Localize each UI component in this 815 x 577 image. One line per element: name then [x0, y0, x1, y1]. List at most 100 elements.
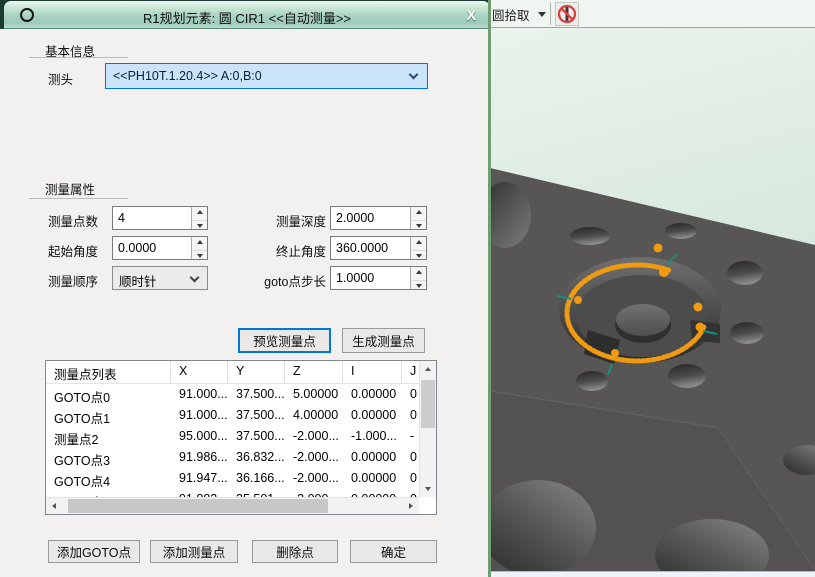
generate-points-button[interactable]: 生成测量点 [342, 328, 425, 353]
table-cell: GOTO点4 [46, 468, 171, 489]
point-count-input[interactable]: 4 [112, 206, 208, 230]
no-probe-icon [556, 3, 578, 25]
table-header-cell[interactable]: J [402, 361, 419, 383]
add-measure-button[interactable]: 添加测量点 [150, 540, 238, 563]
scrollbar-thumb[interactable] [421, 380, 435, 428]
table-cell: 0 [402, 405, 419, 426]
viewport-3d[interactable] [491, 28, 815, 571]
table-header-cell[interactable]: 测量点列表 [46, 361, 171, 383]
scroll-right-icon[interactable] [403, 498, 419, 514]
section-divider [29, 57, 128, 58]
probe-label: 测头 [48, 69, 73, 88]
dialog-titlebar[interactable]: R1规划元素: 圆 CIR1 <<自动测量>> X [4, 1, 490, 29]
spin-down-icon[interactable] [192, 224, 207, 235]
spinner [191, 207, 207, 229]
table-header-cell[interactable]: Z [285, 361, 343, 383]
close-icon[interactable]: X [467, 7, 476, 23]
viewport-toolbar: 圆拾取 [491, 0, 815, 28]
stop-pick-button[interactable] [555, 2, 579, 26]
goto-point-marker [574, 296, 582, 304]
table-body: GOTO点091.000...37.500...5.000000.000000G… [46, 384, 436, 510]
points-table: 测量点列表XYZIJ GOTO点091.000...37.500...5.000… [45, 360, 437, 515]
table-row[interactable]: GOTO点491.947...36.166...-2.000...0.00000… [46, 468, 419, 489]
scroll-left-icon[interactable] [46, 498, 62, 514]
table-cell: 0.00000 [343, 447, 402, 468]
table-header-cell[interactable]: Y [228, 361, 285, 383]
scroll-up-icon[interactable] [420, 361, 436, 377]
goto-point-marker [611, 349, 619, 357]
table-cell: -1.000... [343, 426, 402, 447]
planning-dialog: R1规划元素: 圆 CIR1 <<自动测量>> X 基本信息 测头 <<PH10… [0, 0, 490, 577]
dropdown-arrow-icon [538, 12, 546, 17]
circle-pick-dropdown[interactable]: 圆拾取 [492, 3, 546, 25]
table-cell: GOTO点3 [46, 447, 171, 468]
table-cell: 37.500... [228, 405, 285, 426]
table-cell: -2.000... [285, 426, 343, 447]
start-angle-input[interactable]: 0.0000 [112, 236, 208, 260]
spinner [191, 237, 207, 259]
spin-up-icon[interactable] [192, 240, 207, 251]
table-row[interactable]: GOTO点091.000...37.500...5.000000.000000 [46, 384, 419, 405]
depth-input[interactable]: 2.0000 [330, 206, 427, 230]
goto-step-label: goto点步长 [230, 271, 326, 290]
spin-down-icon[interactable] [411, 224, 426, 235]
ok-button[interactable]: 确定 [350, 540, 437, 563]
table-cell: 0.00000 [343, 384, 402, 405]
goto-step-input[interactable]: 1.0000 [330, 266, 427, 290]
vertical-scrollbar[interactable] [419, 361, 436, 497]
probe-select[interactable]: <<PH10T.1.20.4>> A:0,B:0 [105, 63, 428, 89]
scrollbar-thumb[interactable] [68, 499, 328, 513]
goto-point-marker [659, 267, 669, 277]
spin-up-icon[interactable] [411, 270, 426, 281]
section-divider [29, 198, 128, 199]
spin-up-icon[interactable] [411, 240, 426, 251]
table-cell: 5.00000 [285, 384, 343, 405]
table-cell: 91.000... [171, 384, 228, 405]
table-cell: - [402, 426, 419, 447]
point-count-value: 4 [118, 211, 125, 225]
chevron-down-icon [190, 273, 200, 283]
table-cell: -2.000... [285, 447, 343, 468]
table-header-row: 测量点列表XYZIJ [46, 361, 419, 384]
table-cell: 4.00000 [285, 405, 343, 426]
scroll-down-icon[interactable] [420, 481, 436, 497]
end-angle-input[interactable]: 360.0000 [330, 236, 427, 260]
table-cell: 36.166... [228, 468, 285, 489]
depth-label: 测量深度 [230, 211, 326, 230]
table-cell: 37.500... [228, 426, 285, 447]
dialog-title: R1规划元素: 圆 CIR1 <<自动测量>> [4, 8, 490, 27]
table-header-cell[interactable]: I [343, 361, 402, 383]
probe-select-value: <<PH10T.1.20.4>> A:0,B:0 [113, 69, 262, 83]
goto-step-value: 1.0000 [336, 271, 374, 285]
goto-point-marker [654, 244, 663, 253]
table-cell: 0 [402, 384, 419, 405]
table-row[interactable]: GOTO点191.000...37.500...4.000000.000000 [46, 405, 419, 426]
chevron-down-icon [409, 70, 419, 80]
preview-points-button[interactable]: 预览测量点 [238, 328, 331, 353]
hole [730, 322, 764, 344]
table-row[interactable]: GOTO点391.986...36.832...-2.000...0.00000… [46, 447, 419, 468]
hole [576, 371, 608, 391]
table-cell: 0 [402, 468, 419, 489]
spin-up-icon[interactable] [411, 210, 426, 221]
delete-point-button[interactable]: 删除点 [252, 540, 338, 563]
add-goto-button[interactable]: 添加GOTO点 [48, 540, 140, 563]
order-select[interactable]: 顺时针 [112, 266, 208, 290]
spinner [410, 267, 426, 289]
point-count-label: 测量点数 [48, 211, 98, 230]
hole [665, 223, 697, 239]
spin-up-icon[interactable] [192, 210, 207, 221]
table-cell: 0.00000 [343, 405, 402, 426]
table-row[interactable]: 测量点295.000...37.500...-2.000...-1.000...… [46, 426, 419, 447]
goto-point-marker [694, 303, 703, 312]
table-cell: -2.000... [285, 468, 343, 489]
hole [570, 227, 610, 245]
application-window: R1规划元素: 圆 CIR1 <<自动测量>> X 基本信息 测头 <<PH10… [0, 0, 815, 577]
spin-down-icon[interactable] [411, 284, 426, 295]
horizontal-scrollbar[interactable] [46, 497, 419, 514]
table-header-cell[interactable]: X [171, 361, 228, 383]
toolbar-divider [550, 3, 551, 25]
spin-down-icon[interactable] [192, 254, 207, 265]
section-measure-props: 测量属性 [45, 179, 95, 198]
spin-down-icon[interactable] [411, 254, 426, 265]
